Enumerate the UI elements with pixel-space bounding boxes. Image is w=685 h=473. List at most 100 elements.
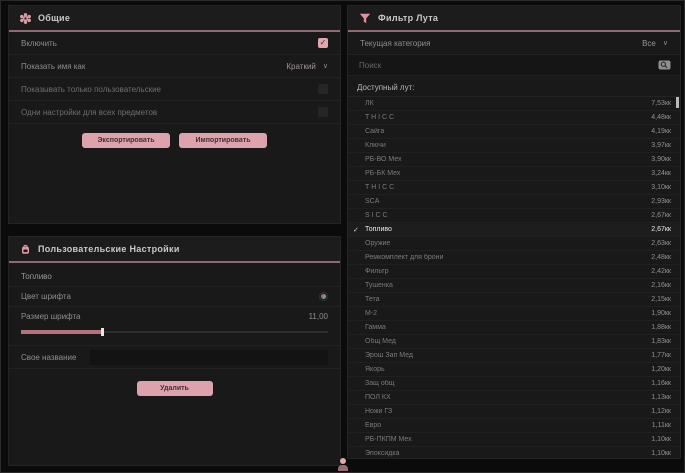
list-item[interactable]: ✓ Ножи ГЗ 1,12кк bbox=[348, 405, 680, 419]
same-settings-checkbox[interactable] bbox=[318, 107, 328, 117]
item-name: РБ-БК Мех bbox=[363, 170, 651, 177]
custom-name-input[interactable] bbox=[90, 350, 328, 365]
list-item[interactable]: ✓ Ремкомплект для брони 2,48кк bbox=[348, 251, 680, 265]
panel-title: Общие bbox=[38, 13, 70, 23]
delete-row: Удалить bbox=[9, 369, 340, 405]
gear-icon bbox=[20, 13, 31, 24]
custom-name-row: Свое название bbox=[9, 345, 340, 369]
selected-item-name: Топливо bbox=[9, 263, 340, 286]
item-name: Оружие bbox=[363, 240, 651, 247]
search-input[interactable] bbox=[357, 60, 658, 71]
list-item[interactable]: ✓ ЛК 7,53кк bbox=[348, 97, 680, 111]
list-item[interactable]: ✓ ПОЛ КХ 1,13кк bbox=[348, 391, 680, 405]
item-value: 3,10кк bbox=[651, 184, 671, 191]
loot-filter-panel: Фильтр Лута Текущая категория Все ∨ Дост… bbox=[347, 5, 681, 459]
list-item[interactable]: ✓ Общ Мед 1,83кк bbox=[348, 335, 680, 349]
list-item[interactable]: ✓ Оружие 2,63кк bbox=[348, 237, 680, 251]
item-name: РБ-ПКПМ Мех bbox=[363, 436, 651, 443]
list-item[interactable]: ✓ Гамма 1,88кк bbox=[348, 321, 680, 335]
item-name: S I C C bbox=[363, 212, 651, 219]
panel-title: Пользовательские Настройки bbox=[38, 244, 180, 254]
list-item[interactable]: ✓ T H I C C 4,48кк bbox=[348, 111, 680, 125]
delete-button[interactable]: Удалить bbox=[137, 381, 213, 396]
user-only-checkbox[interactable] bbox=[318, 84, 328, 94]
name-mode-dropdown[interactable]: Краткий ∨ bbox=[286, 62, 328, 71]
setting-row-name-mode: Показать имя как Краткий ∨ bbox=[9, 55, 340, 78]
item-name: Топливо bbox=[363, 226, 651, 233]
category-row: Текущая категория Все ∨ bbox=[348, 32, 680, 55]
item-name: Эпоксидка bbox=[363, 450, 651, 457]
font-size-label: Размер шрифта bbox=[21, 312, 80, 321]
list-item[interactable]: ✓ РБ-ВО Мех 3,90кк bbox=[348, 153, 680, 167]
item-value: 1,90кк bbox=[651, 310, 671, 317]
item-name: Ножи ГЗ bbox=[363, 408, 651, 415]
item-value: 4,19кк bbox=[651, 128, 671, 135]
list-item[interactable]: ✓ Ключи 3,97кк bbox=[348, 139, 680, 153]
list-item[interactable]: ✓ Евро 1,11кк bbox=[348, 419, 680, 433]
person-body bbox=[338, 465, 348, 471]
loot-panel-header: Фильтр Лута bbox=[348, 6, 680, 32]
item-name: Якорь bbox=[363, 366, 651, 373]
list-item[interactable]: ✓ Фильтр 2,42кк bbox=[348, 265, 680, 279]
slider-fill bbox=[21, 330, 101, 334]
item-name: Ремкомплект для брони bbox=[363, 254, 651, 261]
same-settings-label: Одни настройки для всех предметов bbox=[21, 108, 157, 117]
item-name: Евро bbox=[363, 422, 652, 429]
search-row bbox=[348, 55, 680, 76]
list-item[interactable]: ✓ РБ-БК Мех 3,24кк bbox=[348, 167, 680, 181]
chevron-down-icon: ∨ bbox=[323, 62, 328, 70]
funnel-icon bbox=[359, 13, 371, 24]
name-mode-value: Краткий bbox=[286, 62, 315, 71]
general-settings-panel: Общие Включить ✓ Показать имя как Кратки… bbox=[8, 5, 341, 224]
item-value: 4,48кк bbox=[651, 114, 671, 121]
list-item[interactable]: ✓ Сайга 4,19кк bbox=[348, 125, 680, 139]
list-item[interactable]: ✓ Т Н I С С 3,10кк bbox=[348, 181, 680, 195]
custom-name-label: Свое название bbox=[21, 353, 76, 362]
list-item[interactable]: ✓ М-2 1,90кк bbox=[348, 307, 680, 321]
item-name: Гамма bbox=[363, 324, 651, 331]
list-item[interactable]: ✓ SCA 2,93кк bbox=[348, 195, 680, 209]
list-item[interactable]: ✓ Эрош Зап Мед 1,77кк bbox=[348, 349, 680, 363]
item-value: 2,15кк bbox=[651, 296, 671, 303]
export-import-row: Экспортировать Импортировать bbox=[9, 124, 340, 157]
slider-handle[interactable] bbox=[101, 328, 104, 336]
font-size-slider[interactable] bbox=[21, 328, 328, 336]
item-name: Тушенка bbox=[363, 282, 651, 289]
item-value: 1,12кк bbox=[651, 408, 671, 415]
list-item[interactable]: ✓ Защ общ 1,16кк bbox=[348, 377, 680, 391]
item-name: ПОЛ КХ bbox=[363, 394, 651, 401]
item-value: 2,48кк bbox=[651, 254, 671, 261]
list-item[interactable]: ✓ Тета 2,15кк bbox=[348, 293, 680, 307]
item-name: T H I C C bbox=[363, 114, 651, 121]
export-button[interactable]: Экспортировать bbox=[82, 133, 170, 148]
item-value: 1,83кк bbox=[651, 338, 671, 345]
item-value: 2,63кк bbox=[651, 240, 671, 247]
font-size-value: 11,00 bbox=[309, 312, 328, 321]
list-item[interactable]: ✓ Якорь 1,20кк bbox=[348, 363, 680, 377]
list-item[interactable]: ✓ РБ-ПКПМ Мех 1,10кк bbox=[348, 433, 680, 447]
list-item[interactable]: ✓ Топливо 2,67кк bbox=[348, 223, 680, 237]
color-wheel-icon[interactable] bbox=[319, 292, 328, 301]
category-label: Текущая категория bbox=[360, 39, 430, 48]
list-item[interactable]: ✓ S I C C 2,67кк bbox=[348, 209, 680, 223]
import-button[interactable]: Импортировать bbox=[179, 133, 267, 148]
item-value: 1,16кк bbox=[651, 380, 671, 387]
person-head bbox=[340, 458, 346, 464]
search-icon[interactable] bbox=[658, 60, 671, 70]
item-name: Общ Мед bbox=[363, 338, 651, 345]
item-value: 1,10кк bbox=[651, 436, 671, 443]
font-color-label: Цвет шрифта bbox=[21, 292, 71, 301]
list-item[interactable]: ✓ Эпоксидка 1,10кк bbox=[348, 447, 680, 459]
item-name: ЛК bbox=[363, 100, 651, 107]
item-value: 2,93кк bbox=[651, 198, 671, 205]
list-scrollbar-thumb[interactable] bbox=[676, 97, 679, 108]
setting-row-same-settings: Одни настройки для всех предметов bbox=[9, 101, 340, 124]
list-item[interactable]: ✓ Тушенка 2,16кк bbox=[348, 279, 680, 293]
item-name: Тета bbox=[363, 296, 651, 303]
general-panel-header: Общие bbox=[9, 6, 340, 32]
font-size-row: Размер шрифта 11,00 bbox=[9, 306, 340, 326]
item-value: 1,10кк bbox=[651, 450, 671, 457]
enable-checkbox[interactable]: ✓ bbox=[318, 38, 328, 48]
category-dropdown[interactable]: Все ∨ bbox=[642, 39, 668, 48]
item-value: 1,88кк bbox=[651, 324, 671, 331]
